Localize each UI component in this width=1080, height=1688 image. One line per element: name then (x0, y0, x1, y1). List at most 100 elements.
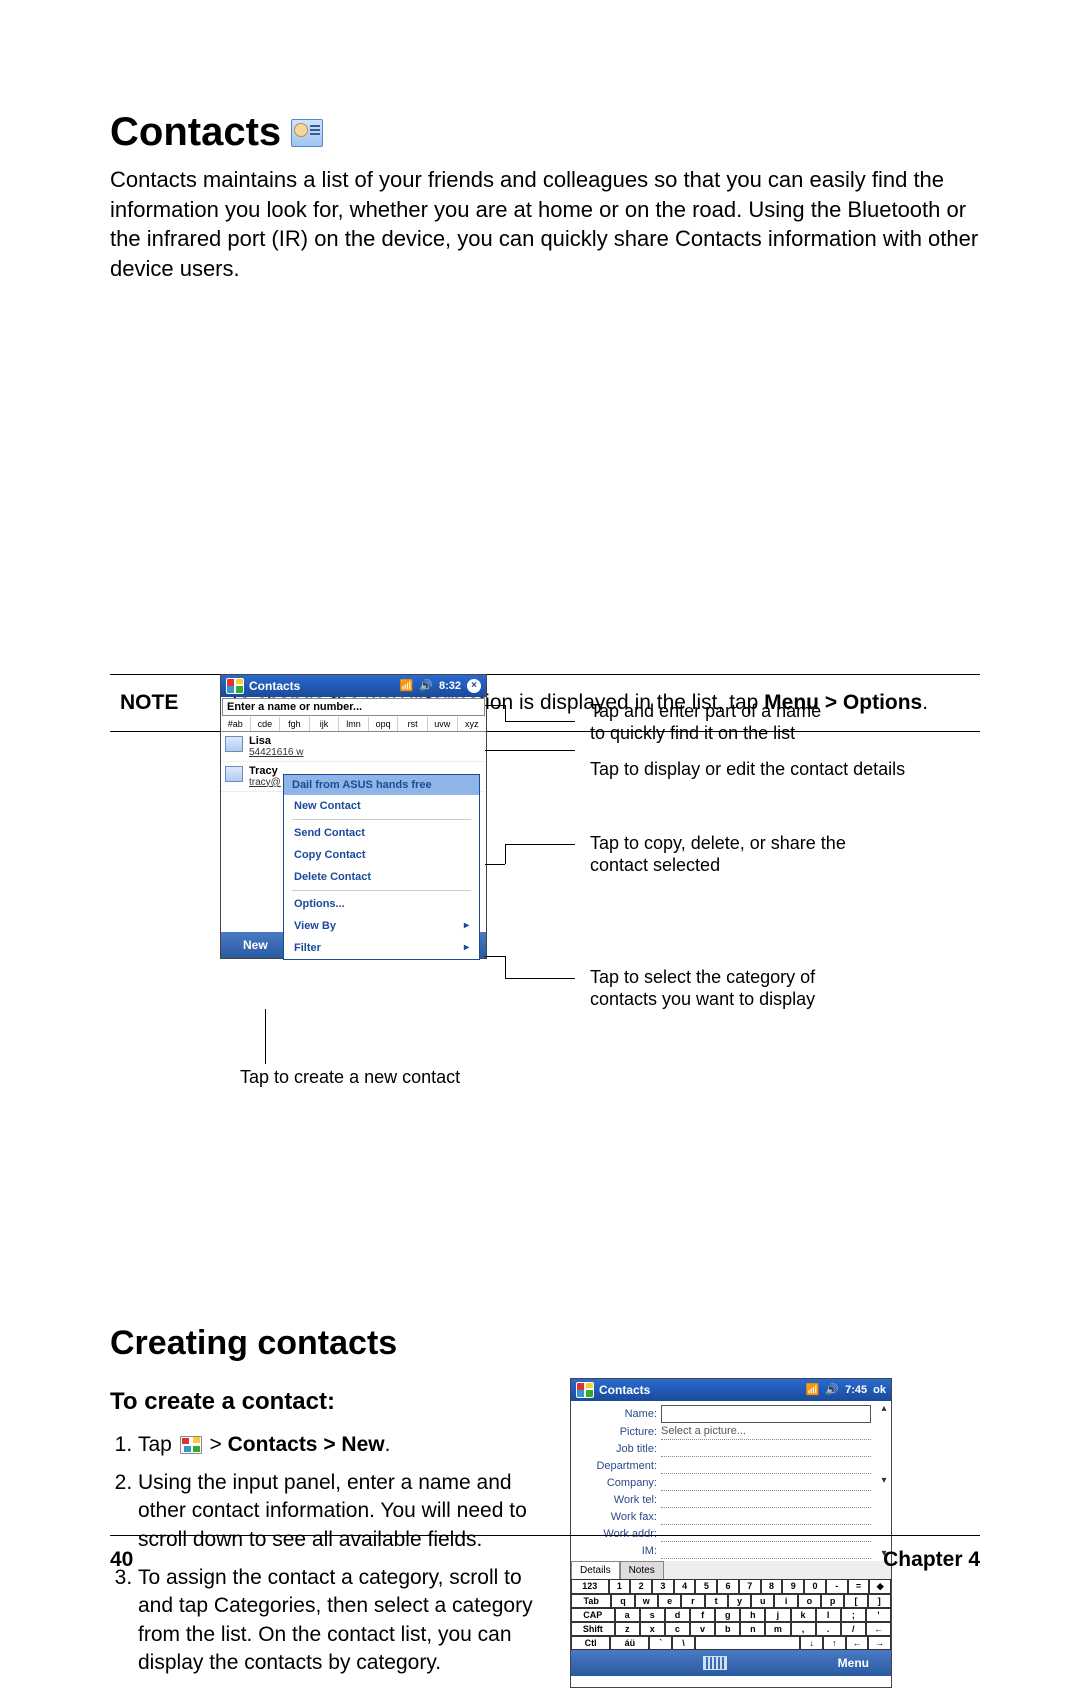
key[interactable]: = (848, 1579, 870, 1594)
list-item[interactable]: Lisa 54421616 w (221, 732, 486, 762)
softkey-new[interactable]: New (243, 938, 268, 952)
key[interactable]: 4 (674, 1579, 696, 1594)
softkey-menu[interactable]: Menu (838, 1656, 869, 1670)
menu-item-send[interactable]: Send Contact (284, 822, 479, 844)
key[interactable]: w (635, 1594, 658, 1608)
alpha-tab[interactable]: rst (398, 717, 428, 731)
contact-detail: tracy@ (249, 777, 281, 788)
key[interactable]: k (791, 1608, 816, 1622)
alpha-index[interactable]: #ab cde fgh ijk lmn opq rst uvw xyz (221, 717, 486, 732)
start-icon[interactable] (226, 678, 244, 694)
key[interactable]: Ctl (571, 1636, 610, 1650)
ok-button[interactable]: ok (873, 1384, 886, 1396)
jobtitle-field[interactable] (661, 1442, 871, 1457)
key[interactable]: 5 (695, 1579, 717, 1594)
key[interactable]: t (705, 1594, 728, 1608)
key[interactable]: 6 (717, 1579, 739, 1594)
key[interactable]: c (665, 1622, 690, 1636)
key[interactable]: d (665, 1608, 690, 1622)
name-field[interactable] (661, 1405, 871, 1423)
key[interactable]: e (658, 1594, 681, 1608)
key[interactable]: r (681, 1594, 704, 1608)
key[interactable]: 123 (571, 1579, 609, 1594)
key[interactable]: s (640, 1608, 665, 1622)
key[interactable]: m (765, 1622, 790, 1636)
scroll-up-icon[interactable]: ▴ (881, 1403, 886, 1414)
key[interactable]: Tab (571, 1594, 611, 1608)
key[interactable]: 8 (761, 1579, 783, 1594)
key[interactable] (695, 1636, 800, 1650)
key[interactable]: , (791, 1622, 816, 1636)
picture-field[interactable]: Select a picture... (661, 1425, 871, 1440)
department-field[interactable] (661, 1459, 871, 1474)
company-field[interactable] (661, 1476, 871, 1491)
context-menu: Dail from ASUS hands free New Contact Se… (283, 774, 480, 960)
key[interactable]: Shift (571, 1622, 615, 1636)
key[interactable]: f (690, 1608, 715, 1622)
key[interactable]: q (611, 1594, 634, 1608)
onscreen-keyboard[interactable]: 1231234567890-=◆Tabqwertyuiop[]CAPasdfgh… (571, 1579, 891, 1650)
key[interactable]: a (615, 1608, 640, 1622)
key[interactable]: v (690, 1622, 715, 1636)
key[interactable]: 9 (782, 1579, 804, 1594)
menu-item-copy[interactable]: Copy Contact (284, 844, 479, 866)
key[interactable]: j (765, 1608, 790, 1622)
alpha-tab[interactable]: fgh (280, 717, 310, 731)
key[interactable]: 2 (630, 1579, 652, 1594)
key[interactable]: / (841, 1622, 866, 1636)
menu-item-delete[interactable]: Delete Contact (284, 866, 479, 888)
menu-item-options[interactable]: Options... (284, 893, 479, 915)
key[interactable]: 3 (652, 1579, 674, 1594)
key[interactable]: 7 (739, 1579, 761, 1594)
key[interactable]: ; (841, 1608, 866, 1622)
key[interactable]: ' (866, 1608, 891, 1622)
key[interactable]: ` (649, 1636, 672, 1650)
key[interactable]: 1 (609, 1579, 631, 1594)
alpha-tab[interactable]: lmn (339, 717, 369, 731)
key[interactable]: x (640, 1622, 665, 1636)
key[interactable]: n (740, 1622, 765, 1636)
key[interactable]: u (751, 1594, 774, 1608)
key[interactable]: - (826, 1579, 848, 1594)
key[interactable]: . (816, 1622, 841, 1636)
menu-item-new[interactable]: New Contact (284, 795, 479, 817)
menu-item-filter[interactable]: Filter (284, 937, 479, 959)
close-icon[interactable]: × (467, 679, 481, 693)
key[interactable]: ] (868, 1594, 891, 1608)
key[interactable]: g (715, 1608, 740, 1622)
search-input[interactable]: Enter a name or number... (222, 698, 485, 716)
key[interactable]: ← (846, 1636, 869, 1650)
key[interactable]: l (816, 1608, 841, 1622)
key[interactable]: \ (672, 1636, 695, 1650)
key[interactable]: ◆ (869, 1579, 891, 1594)
key[interactable]: p (821, 1594, 844, 1608)
key[interactable]: CAP (571, 1608, 615, 1622)
key[interactable]: o (798, 1594, 821, 1608)
intro-paragraph: Contacts maintains a list of your friend… (110, 165, 980, 284)
key[interactable]: z (615, 1622, 640, 1636)
alpha-tab[interactable]: cde (251, 717, 281, 731)
dropdown-icon[interactable]: ▾ (881, 1475, 886, 1486)
key[interactable]: ← (866, 1622, 891, 1636)
start-icon[interactable] (576, 1382, 594, 1398)
alpha-tab[interactable]: #ab (221, 717, 251, 731)
alpha-tab[interactable]: ijk (310, 717, 340, 731)
menu-header[interactable]: Dail from ASUS hands free (284, 775, 479, 795)
alpha-tab[interactable]: uvw (428, 717, 458, 731)
worktel-field[interactable] (661, 1493, 871, 1508)
key[interactable]: h (740, 1608, 765, 1622)
key[interactable]: y (728, 1594, 751, 1608)
key[interactable]: → (868, 1636, 891, 1650)
alpha-tab[interactable]: xyz (458, 717, 487, 731)
key[interactable]: 0 (804, 1579, 826, 1594)
key[interactable]: ↓ (800, 1636, 823, 1650)
key[interactable]: [ (844, 1594, 867, 1608)
alpha-tab[interactable]: opq (369, 717, 399, 731)
key[interactable]: i (774, 1594, 797, 1608)
menu-item-viewby[interactable]: View By (284, 915, 479, 937)
key[interactable]: ↑ (823, 1636, 846, 1650)
key[interactable]: áü (610, 1636, 649, 1650)
keyboard-icon[interactable] (703, 1656, 727, 1670)
key[interactable]: b (715, 1622, 740, 1636)
workfax-field[interactable] (661, 1510, 871, 1525)
